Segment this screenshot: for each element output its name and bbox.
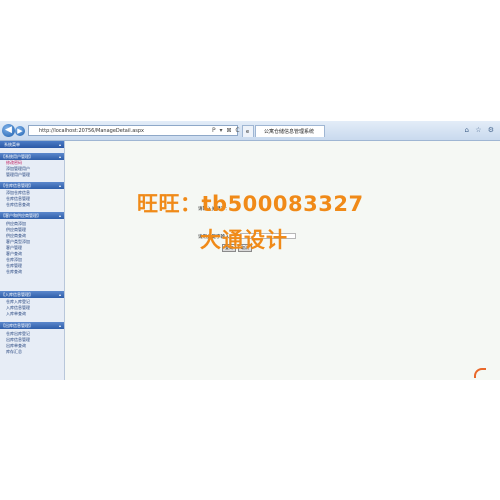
sidebar-group-label: 【出库信息管理】 — [1, 323, 33, 328]
sidebar-group-customer-supplier[interactable]: 【客户和供应商管理】 ▴ — [0, 212, 64, 219]
sidebar-item[interactable]: 管理用户管理 — [0, 172, 64, 178]
watermark-line-1: 旺旺：tb500083327 — [137, 192, 364, 216]
collapse-icon: ▴ — [58, 154, 61, 159]
collapse-icon: ▴ — [58, 323, 61, 328]
sidebar-item[interactable]: 入库单查询 — [0, 311, 64, 317]
sidebar-group-warehouse[interactable]: 【仓库信息管理】 ▴ — [0, 182, 64, 189]
browser-toolbar: ◀ ▶ http://localhost:20756/ManageDetail.… — [0, 121, 500, 141]
address-bar[interactable]: http://localhost:20756/ManageDetail.aspx — [28, 125, 238, 136]
sidebar-list-customer-supplier: 供应商添加 供应商管理 供应商查询 客户类型添加 客户管理 客户查询 仓库添加 … — [0, 221, 64, 275]
back-arrow-icon: ◀ — [5, 125, 12, 135]
forward-button[interactable]: ▶ — [15, 126, 25, 136]
toolbar-right-icons[interactable]: ⌂ ☆ ⚙ — [465, 125, 496, 136]
main-content: 请输入关键字： 请用关键字输入： 查询 取消 — [65, 141, 500, 380]
collapse-icon: ▴ — [58, 183, 61, 188]
watermark-line-2: 大通设计 — [200, 228, 288, 252]
sidebar-item[interactable]: 仓库查询 — [0, 269, 64, 275]
corner-logo-icon — [474, 368, 486, 378]
collapse-icon[interactable]: ▴ — [59, 141, 61, 148]
sidebar-header: 系统菜单 ▴ — [0, 141, 64, 148]
sidebar-group-user[interactable]: 【系统用户管理】 ▴ — [0, 153, 64, 160]
sidebar-list-outbound: 仓库出库登记 出库信息管理 出库单查询 库存汇总 — [0, 331, 64, 355]
sidebar-group-inbound[interactable]: 【入库信息管理】 ▴ — [0, 291, 64, 298]
sidebar-list-inbound: 仓库入库登记 入库信息管理 入库单查询 — [0, 299, 64, 317]
sidebar-list-user: 修改密码 添加管理用户 管理用户管理 — [0, 160, 64, 178]
tab-active[interactable]: 公寓仓储信息管理系统 — [255, 125, 325, 137]
sidebar-group-label: 【入库信息管理】 — [1, 292, 33, 297]
sidebar-group-label: 【系统用户管理】 — [1, 154, 33, 159]
sidebar-item[interactable]: 库存汇总 — [0, 349, 64, 355]
collapse-icon: ▴ — [58, 292, 61, 297]
collapse-icon: ▴ — [58, 213, 61, 218]
sidebar-list-warehouse: 添加仓库信息 仓库信息管理 仓库信息查询 — [0, 190, 64, 208]
sidebar-item[interactable]: 仓库信息查询 — [0, 202, 64, 208]
sidebar: 系统菜单 ▴ 【系统用户管理】 ▴ 修改密码 添加管理用户 管理用户管理 【仓库… — [0, 141, 65, 380]
sidebar-group-outbound[interactable]: 【出库信息管理】 ▴ — [0, 322, 64, 329]
forward-arrow-icon: ▶ — [17, 127, 23, 135]
sidebar-group-label: 【仓库信息管理】 — [1, 183, 33, 188]
tab-inactive[interactable]: e — [242, 125, 254, 137]
sidebar-group-label: 【客户和供应商管理】 — [1, 213, 41, 218]
back-button[interactable]: ◀ — [2, 124, 15, 137]
sidebar-header-label: 系统菜单 — [4, 142, 20, 147]
